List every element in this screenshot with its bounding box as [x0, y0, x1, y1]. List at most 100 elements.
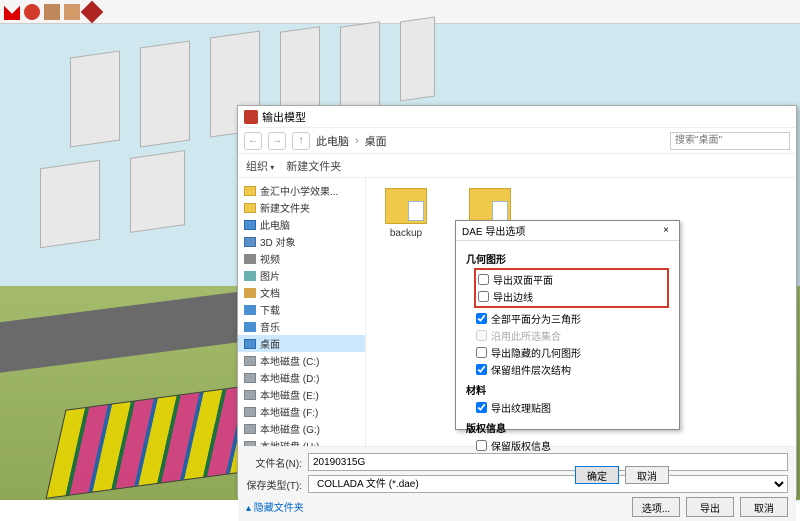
tree-item[interactable]: 图片	[238, 267, 365, 284]
tree-item[interactable]: 本地磁盘 (H:)	[238, 437, 365, 446]
search-input[interactable]	[670, 132, 790, 150]
tree-item[interactable]: 下载	[238, 301, 365, 318]
red-dot-icon[interactable]	[24, 4, 40, 20]
tree-item[interactable]: 本地磁盘 (D:)	[238, 369, 365, 386]
file-item[interactable]: backup	[376, 188, 436, 239]
tree-label: 音乐	[260, 319, 280, 334]
tree-item[interactable]: 金汇中小学效果...	[238, 182, 365, 199]
drive-icon	[244, 441, 256, 447]
tree-label: 本地磁盘 (D:)	[260, 370, 319, 385]
chk-triangulate[interactable]	[476, 313, 487, 324]
tree-item[interactable]: 视频	[238, 250, 365, 267]
tree-label: 本地磁盘 (H:)	[260, 438, 319, 446]
building	[130, 150, 185, 233]
tree-label: 本地磁盘 (E:)	[260, 387, 319, 402]
tree-item[interactable]: 此电脑	[238, 216, 365, 233]
tree-label: 本地磁盘 (G:)	[260, 421, 320, 436]
highlighted-options: 导出双面平面 导出边线	[474, 268, 669, 308]
tree-item[interactable]: 文档	[238, 284, 365, 301]
building	[70, 50, 120, 147]
tree-label: 本地磁盘 (F:)	[260, 404, 318, 419]
pc-icon	[244, 220, 256, 230]
dl-icon	[244, 305, 256, 315]
chk-export-edges[interactable]	[478, 291, 489, 302]
dialog-titlebar[interactable]: 输出模型	[238, 106, 796, 128]
dialog-tools: 组织 新建文件夹	[238, 154, 796, 178]
tree-label: 视频	[260, 251, 280, 266]
options-cancel-button[interactable]: 取消	[625, 466, 669, 484]
building	[340, 21, 380, 112]
tree-label: 此电脑	[260, 217, 290, 232]
folder-tree[interactable]: 金汇中小学效果... 新建文件夹此电脑 3D 对象视频图片文档下载音乐桌面本地磁盘 …	[238, 178, 366, 446]
breadcrumb-item[interactable]: 此电脑	[316, 133, 349, 149]
options-title: DAE 导出选项	[462, 223, 525, 238]
filetype-label: 保存类型(T):	[246, 477, 302, 492]
scissors-icon[interactable]	[4, 4, 20, 20]
building	[40, 160, 100, 248]
filename-label: 文件名(N):	[246, 455, 302, 470]
section-geometry: 几何图形	[466, 251, 669, 266]
building	[140, 40, 190, 147]
pic-icon	[244, 271, 256, 281]
chk-credits[interactable]	[476, 440, 487, 451]
folder-icon	[244, 186, 256, 196]
chk-two-sided[interactable]	[478, 274, 489, 285]
dialog-nav: ← → ↑ 此电脑 › 桌面	[238, 128, 796, 154]
breadcrumb-item[interactable]: 桌面	[365, 133, 387, 149]
chk-hierarchy[interactable]	[476, 364, 487, 375]
music-icon	[244, 322, 256, 332]
tree-label: 桌面	[260, 336, 280, 351]
tree-label: 金汇中小学效果...	[260, 183, 338, 198]
hide-folders-toggle[interactable]: ▴ 隐藏文件夹	[246, 497, 304, 516]
vid-icon	[244, 254, 256, 264]
drive-icon	[244, 390, 256, 400]
tree-item[interactable]: 本地磁盘 (G:)	[238, 420, 365, 437]
tree-label: 3D 对象	[260, 234, 296, 249]
organize-dropdown[interactable]: 组织	[246, 158, 274, 174]
dialog-title: 输出模型	[262, 109, 306, 125]
cancel-button[interactable]: 取消	[740, 497, 788, 517]
chk-hidden-geom[interactable]	[476, 347, 487, 358]
cube-icon[interactable]	[44, 4, 60, 20]
chk-textures[interactable]	[476, 402, 487, 413]
drive-icon	[244, 356, 256, 366]
blue3d-icon	[244, 237, 256, 247]
nav-fwd-button[interactable]: →	[268, 132, 286, 150]
options-button[interactable]: 选项...	[632, 497, 680, 517]
tree-label: 下载	[260, 302, 280, 317]
folder-icon	[244, 203, 256, 213]
section-materials: 材料	[466, 382, 669, 397]
close-icon[interactable]: ×	[659, 224, 673, 238]
building	[400, 17, 435, 102]
tree-item[interactable]: 本地磁盘 (F:)	[238, 403, 365, 420]
export-button[interactable]: 导出	[686, 497, 734, 517]
tree-label: 新建文件夹	[260, 200, 310, 215]
dae-options-dialog: DAE 导出选项 × 几何图形 导出双面平面 导出边线 全部平面分为三角形 沿用…	[455, 220, 680, 430]
tree-label: 图片	[260, 268, 280, 283]
tree-label: 文档	[260, 285, 280, 300]
doc-icon	[244, 288, 256, 298]
nav-back-button[interactable]: ←	[244, 132, 262, 150]
app-icon	[244, 110, 258, 124]
section-credits: 版权信息	[466, 420, 669, 435]
ok-button[interactable]: 确定	[575, 466, 619, 484]
drive-icon	[244, 373, 256, 383]
tree-item[interactable]: 音乐	[238, 318, 365, 335]
tree-label: 本地磁盘 (C:)	[260, 353, 319, 368]
chk-selection	[476, 330, 487, 341]
ruby-icon[interactable]	[81, 0, 104, 23]
options-titlebar[interactable]: DAE 导出选项 ×	[456, 221, 679, 241]
nav-up-button[interactable]: ↑	[292, 132, 310, 150]
tree-item[interactable]: 新建文件夹	[238, 199, 365, 216]
folder-icon	[469, 188, 511, 224]
cube-stack-icon[interactable]	[64, 4, 80, 20]
tree-item[interactable]: 本地磁盘 (E:)	[238, 386, 365, 403]
pc-icon	[244, 339, 256, 349]
drive-icon	[244, 424, 256, 434]
tree-item[interactable]: 桌面	[238, 335, 365, 352]
tree-item[interactable]: 3D 对象	[238, 233, 365, 250]
breadcrumb-sep: ›	[355, 135, 359, 147]
file-label: backup	[390, 228, 422, 239]
tree-item[interactable]: 本地磁盘 (C:)	[238, 352, 365, 369]
new-folder-button[interactable]: 新建文件夹	[286, 158, 341, 174]
